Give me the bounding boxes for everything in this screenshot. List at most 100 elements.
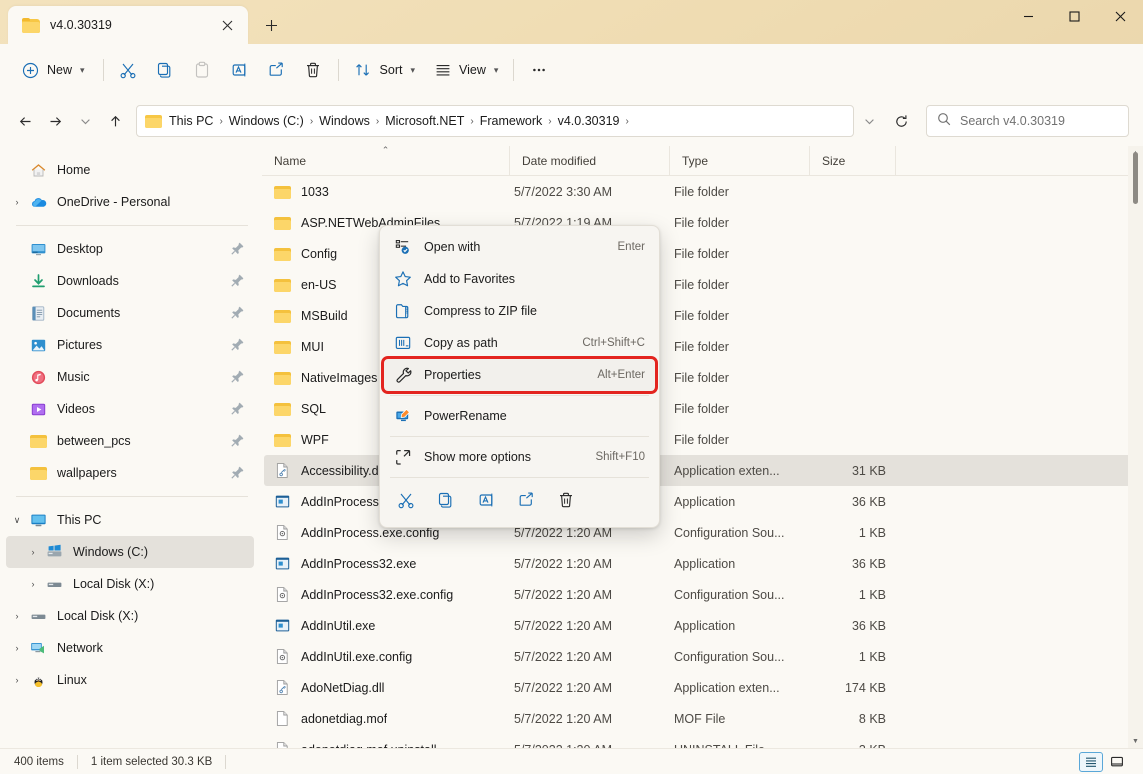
table-row[interactable]: AddInProcess32.exe5/7/2022 1:20 AMApplic… bbox=[264, 548, 1141, 579]
breadcrumb-item[interactable]: Windows (C:) bbox=[224, 111, 309, 131]
sidebar-item-local-disk-x[interactable]: ›Local Disk (X:) bbox=[6, 568, 254, 600]
sidebar-item-onedrive-personal[interactable]: ›OneDrive - Personal bbox=[6, 186, 254, 218]
pin-icon[interactable] bbox=[230, 337, 246, 353]
expand-chevron-icon[interactable]: › bbox=[6, 675, 28, 685]
close-tab-icon[interactable] bbox=[214, 12, 240, 38]
breadcrumb-item[interactable]: Microsoft.NET bbox=[380, 111, 469, 131]
column-header-size[interactable]: Size bbox=[810, 146, 896, 176]
delete-menu-button[interactable] bbox=[546, 485, 586, 519]
address-dropdown-button[interactable] bbox=[854, 106, 884, 136]
forward-button[interactable] bbox=[40, 106, 70, 136]
expand-chevron-icon[interactable]: › bbox=[6, 643, 28, 653]
menu-item-compress-to-zip-file[interactable]: Compress to ZIP file bbox=[384, 295, 655, 327]
sidebar-item-downloads[interactable]: Downloads bbox=[6, 265, 254, 297]
sidebar-item-desktop[interactable]: Desktop bbox=[6, 233, 254, 265]
sidebar-item-pictures[interactable]: Pictures bbox=[6, 329, 254, 361]
search-input[interactable]: Search v4.0.30319 bbox=[960, 114, 1065, 128]
navigation-pane[interactable]: Home›OneDrive - Personal DesktopDownloads… bbox=[0, 146, 262, 748]
scroll-down-icon[interactable]: ▼ bbox=[1128, 734, 1143, 748]
expand-chevron-icon[interactable]: › bbox=[6, 197, 28, 207]
pin-icon[interactable] bbox=[230, 401, 246, 417]
breadcrumb-separator-icon[interactable]: › bbox=[547, 110, 552, 132]
table-row[interactable]: AddInUtil.exe5/7/2022 1:20 AMApplication… bbox=[264, 610, 1141, 641]
sidebar-item-wallpapers[interactable]: wallpapers bbox=[6, 457, 254, 489]
delete-button[interactable] bbox=[295, 53, 332, 87]
chevron-down-icon: ▾ bbox=[494, 65, 499, 76]
large-icons-view-button[interactable] bbox=[1105, 752, 1129, 772]
menu-item-powerrename[interactable]: PowerRename bbox=[384, 400, 655, 432]
paste-button[interactable] bbox=[184, 53, 221, 87]
breadcrumb-separator-icon[interactable]: › bbox=[624, 110, 629, 132]
sidebar-item-linux[interactable]: ›Linux bbox=[6, 664, 254, 696]
pin-icon[interactable] bbox=[230, 369, 246, 385]
view-button[interactable]: View ▾ bbox=[424, 53, 507, 87]
pin-icon[interactable] bbox=[230, 241, 246, 257]
sidebar-item-between-pcs[interactable]: between_pcs bbox=[6, 425, 254, 457]
search-box[interactable]: Search v4.0.30319 bbox=[926, 105, 1129, 137]
cut-button[interactable] bbox=[110, 53, 147, 87]
sidebar-item-local-disk-x[interactable]: ›Local Disk (X:) bbox=[6, 600, 254, 632]
sort-button[interactable]: Sort ▾ bbox=[345, 53, 424, 87]
new-button[interactable]: New ▾ bbox=[12, 53, 97, 87]
table-row[interactable]: 10335/7/2022 3:30 AMFile folder bbox=[264, 176, 1141, 207]
cut-menu-button[interactable] bbox=[386, 485, 426, 519]
expand-chevron-icon[interactable]: › bbox=[22, 547, 44, 557]
sidebar-item-videos[interactable]: Videos bbox=[6, 393, 254, 425]
address-bar[interactable]: This PC›Windows (C:)›Windows›Microsoft.N… bbox=[136, 105, 854, 137]
copy-menu-button[interactable] bbox=[426, 485, 466, 519]
scrollbar-thumb[interactable] bbox=[1133, 152, 1138, 204]
table-row[interactable]: adonetdiag.mof.uninstall5/7/2022 1:20 AM… bbox=[264, 734, 1141, 748]
maximize-button[interactable] bbox=[1051, 0, 1097, 32]
share-button[interactable] bbox=[258, 53, 295, 87]
vertical-scrollbar[interactable]: ▲ ▼ bbox=[1128, 146, 1143, 748]
sidebar-item-home[interactable]: Home bbox=[6, 154, 254, 186]
share-menu-button[interactable] bbox=[506, 485, 546, 519]
sidebar-item-this-pc[interactable]: ∨This PC bbox=[6, 504, 254, 536]
sidebar-item-windows-c[interactable]: ›Windows (C:) bbox=[6, 536, 254, 568]
pin-icon[interactable] bbox=[230, 305, 246, 321]
breadcrumb-item[interactable]: Windows bbox=[314, 111, 375, 131]
expand-chevron-icon[interactable]: › bbox=[22, 579, 44, 589]
tab-v4-0-30319[interactable]: v4.0.30319 bbox=[8, 6, 248, 44]
details-view-button[interactable] bbox=[1079, 752, 1103, 772]
sidebar-item-network[interactable]: ›Network bbox=[6, 632, 254, 664]
expand-chevron-icon[interactable]: ∨ bbox=[6, 515, 28, 526]
file-name-label: 1033 bbox=[301, 185, 329, 199]
file-type-cell: File folder bbox=[672, 247, 812, 261]
column-header-name[interactable]: ⌃Name bbox=[262, 146, 510, 176]
expand-chevron-icon[interactable]: › bbox=[6, 611, 28, 621]
table-row[interactable]: AddInProcess32.exe.config5/7/2022 1:20 A… bbox=[264, 579, 1141, 610]
menu-item-properties[interactable]: PropertiesAlt+Enter bbox=[384, 359, 655, 391]
column-header-type[interactable]: Type bbox=[670, 146, 810, 176]
recent-locations-button[interactable] bbox=[70, 106, 100, 136]
table-row[interactable]: adonetdiag.mof5/7/2022 1:20 AMMOF File8 … bbox=[264, 703, 1141, 734]
context-menu[interactable]: Open withEnterAdd to FavoritesCompress t… bbox=[379, 225, 660, 528]
menu-item-open-with[interactable]: Open withEnter bbox=[384, 231, 655, 263]
pin-icon[interactable] bbox=[230, 433, 246, 449]
minimize-button[interactable] bbox=[1005, 0, 1051, 32]
table-row[interactable]: AddInUtil.exe.config5/7/2022 1:20 AMConf… bbox=[264, 641, 1141, 672]
column-header-date-modified[interactable]: Date modified bbox=[510, 146, 670, 176]
table-row[interactable]: AdoNetDiag.dll5/7/2022 1:20 AMApplicatio… bbox=[264, 672, 1141, 703]
breadcrumb-item[interactable]: Framework bbox=[475, 111, 548, 131]
close-button[interactable] bbox=[1097, 0, 1143, 32]
back-button[interactable] bbox=[10, 106, 40, 136]
refresh-button[interactable] bbox=[886, 106, 916, 136]
see-more-button[interactable] bbox=[520, 53, 557, 87]
sidebar-item-documents[interactable]: Documents bbox=[6, 297, 254, 329]
breadcrumb-separator-icon[interactable]: › bbox=[469, 110, 474, 132]
pin-icon[interactable] bbox=[230, 273, 246, 289]
pin-icon[interactable] bbox=[230, 465, 246, 481]
new-tab-button[interactable] bbox=[254, 9, 288, 41]
sidebar-item-music[interactable]: Music bbox=[6, 361, 254, 393]
breadcrumb-item[interactable]: This PC bbox=[164, 111, 218, 131]
menu-item-show-more-options[interactable]: Show more optionsShift+F10 bbox=[384, 441, 655, 473]
rename-button[interactable] bbox=[221, 53, 258, 87]
rename-menu-button[interactable] bbox=[466, 485, 506, 519]
menu-item-add-to-favorites[interactable]: Add to Favorites bbox=[384, 263, 655, 295]
breadcrumb-item[interactable]: v4.0.30319 bbox=[553, 111, 625, 131]
menu-item-copy-as-path[interactable]: Copy as pathCtrl+Shift+C bbox=[384, 327, 655, 359]
up-button[interactable] bbox=[100, 106, 130, 136]
copy-button[interactable] bbox=[147, 53, 184, 87]
breadcrumb-separator-icon[interactable]: › bbox=[218, 110, 223, 132]
